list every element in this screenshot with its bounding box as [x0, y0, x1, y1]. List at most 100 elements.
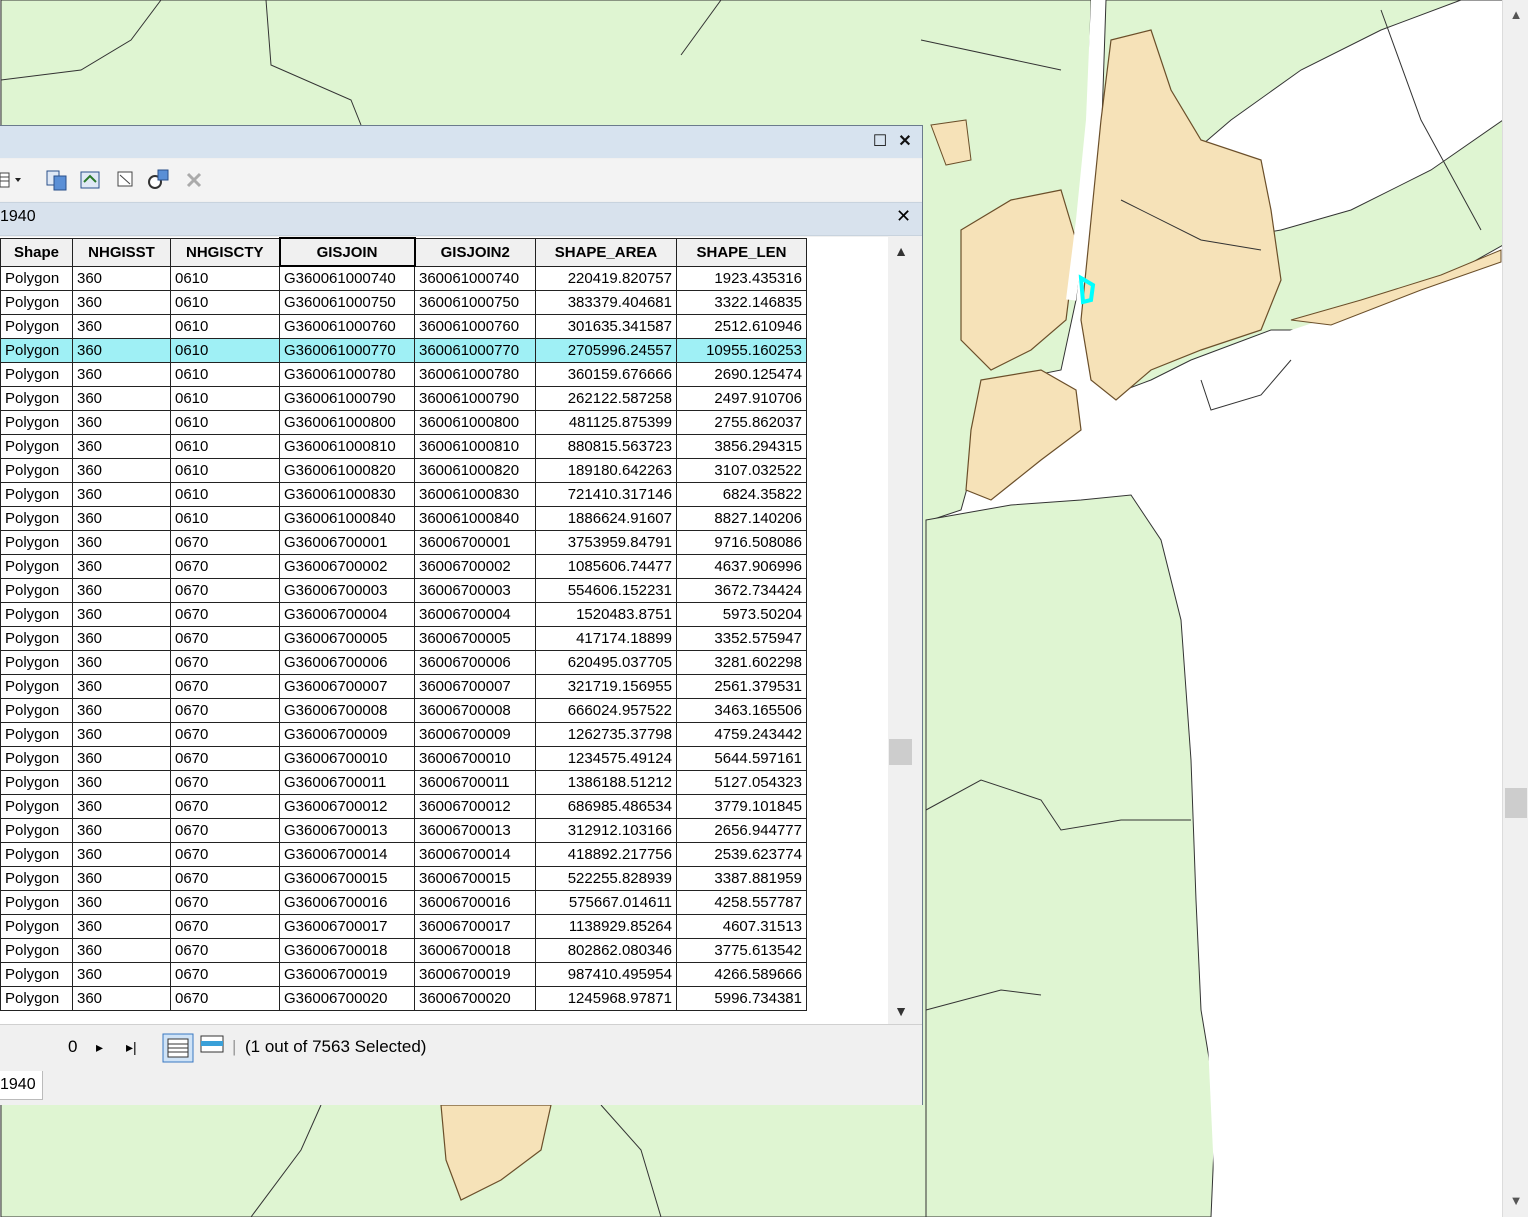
table-cell[interactable]: G36006700004	[279, 602, 415, 627]
table-cell[interactable]: Polygon	[0, 362, 73, 387]
table-cell[interactable]: 0670	[170, 818, 280, 843]
table-cell[interactable]: 360	[72, 434, 171, 459]
table-cell[interactable]: 1138929.85264	[535, 914, 677, 939]
table-cell[interactable]: 802862.080346	[535, 938, 677, 963]
table-cell[interactable]: 0610	[170, 458, 280, 483]
table-cell[interactable]: 0610	[170, 434, 280, 459]
table-cell[interactable]: 0670	[170, 770, 280, 795]
table-cell[interactable]: 0670	[170, 578, 280, 603]
table-cell[interactable]: G360061000790	[279, 386, 415, 411]
table-row[interactable]: Polygon 360 0610 G360061000840 360061000840 1…	[0, 506, 807, 531]
table-cell[interactable]: Polygon	[0, 434, 73, 459]
map-vertical-scrollbar[interactable]: ▲ ▼	[1502, 0, 1528, 1217]
table-cell[interactable]: 721410.317146	[535, 482, 677, 507]
table-cell[interactable]: 360061000760	[414, 314, 536, 339]
table-cell[interactable]: G360061000760	[279, 314, 415, 339]
table-cell[interactable]: G360061000830	[279, 482, 415, 507]
table-cell[interactable]: 3463.165506	[676, 698, 807, 723]
table-scroll-thumb[interactable]	[889, 739, 912, 765]
table-cell[interactable]: 36006700006	[414, 650, 536, 675]
table-cell[interactable]: 360	[72, 842, 171, 867]
table-row[interactable]: Polygon 360 0670 G36006700020 36006700020 124…	[0, 986, 807, 1011]
table-cell[interactable]: 36006700004	[414, 602, 536, 627]
table-cell[interactable]: 1386188.51212	[535, 770, 677, 795]
delete-selected-icon[interactable]	[184, 168, 206, 192]
table-cell[interactable]: 6824.35822	[676, 482, 807, 507]
table-row[interactable]: Polygon 360 0670 G36006700018 36006700018 802…	[0, 938, 807, 963]
table-cell[interactable]: 360061000750	[414, 290, 536, 315]
attribute-grid[interactable]: Shape NHGISST NHGISCTY GISJOIN GISJOIN2 SHAPE…	[0, 237, 888, 1024]
table-cell[interactable]: 360	[72, 890, 171, 915]
table-cell[interactable]: 36006700009	[414, 722, 536, 747]
table-cell[interactable]: 4759.243442	[676, 722, 807, 747]
table-cell[interactable]: 418892.217756	[535, 842, 677, 867]
table-cell[interactable]: Polygon	[0, 818, 73, 843]
table-cell[interactable]: 554606.152231	[535, 578, 677, 603]
table-cell[interactable]: 220419.820757	[535, 265, 677, 291]
table-row[interactable]: Polygon 360 0670 G36006700010 36006700010 123…	[0, 746, 807, 771]
table-cell[interactable]: 360	[72, 554, 171, 579]
table-cell[interactable]: G36006700018	[279, 938, 415, 963]
table-cell[interactable]: 3107.032522	[676, 458, 807, 483]
table-cell[interactable]: 321719.156955	[535, 674, 677, 699]
table-cell[interactable]: 9716.508086	[676, 530, 807, 555]
column-header-nhgisst[interactable]: NHGISST	[72, 237, 171, 267]
column-header-nhgiscty[interactable]: NHGISCTY	[170, 237, 280, 267]
table-cell[interactable]: 360	[72, 770, 171, 795]
table-cell[interactable]: 0670	[170, 674, 280, 699]
table-cell[interactable]: 2539.623774	[676, 842, 807, 867]
table-cell[interactable]: 4266.589666	[676, 962, 807, 987]
table-cell[interactable]: 0670	[170, 842, 280, 867]
table-row[interactable]: Polygon 360 0610 G360061000750 360061000750 3…	[0, 290, 807, 315]
window-titlebar[interactable]: ☐ ✕	[0, 126, 922, 158]
table-cell[interactable]: 360	[72, 674, 171, 699]
table-cell[interactable]: 360061000800	[414, 410, 536, 435]
table-cell[interactable]: 2690.125474	[676, 362, 807, 387]
table-row[interactable]: Polygon 360 0610 G360061000740 360061000740 2…	[0, 265, 807, 291]
table-row[interactable]: Polygon 360 0610 G360061000770 360061000770 2…	[0, 338, 807, 363]
table-cell[interactable]: 36006700014	[414, 842, 536, 867]
table-row[interactable]: Polygon 360 0610 G360061000810 360061000810 8…	[0, 434, 807, 459]
table-cell[interactable]: 360	[72, 290, 171, 315]
table-cell[interactable]: 360	[72, 410, 171, 435]
zoom-to-selected-icon[interactable]	[146, 168, 172, 192]
table-cell[interactable]: G36006700012	[279, 794, 415, 819]
table-cell[interactable]: 36006700018	[414, 938, 536, 963]
table-cell[interactable]: 0670	[170, 698, 280, 723]
table-cell[interactable]: 2497.910706	[676, 386, 807, 411]
table-cell[interactable]: 360	[72, 506, 171, 531]
table-cell[interactable]: 3779.101845	[676, 794, 807, 819]
table-cell[interactable]: 0610	[170, 410, 280, 435]
last-record-icon[interactable]: ▸|	[126, 1039, 137, 1056]
table-cell[interactable]: 360	[72, 746, 171, 771]
table-row[interactable]: Polygon 360 0610 G360061000830 360061000830 7…	[0, 482, 807, 507]
table-cell[interactable]: 5973.50204	[676, 602, 807, 627]
table-cell[interactable]: 36006700012	[414, 794, 536, 819]
table-row[interactable]: Polygon 360 0670 G36006700002 36006700002 108…	[0, 554, 807, 579]
table-cell[interactable]: 360061000770	[414, 338, 536, 363]
table-cell[interactable]: 1923.435316	[676, 265, 807, 291]
select-by-attributes-icon[interactable]	[78, 168, 104, 192]
table-cell[interactable]: 360	[72, 938, 171, 963]
table-cell[interactable]: Polygon	[0, 626, 73, 651]
table-cell[interactable]: G36006700005	[279, 626, 415, 651]
table-cell[interactable]: G36006700019	[279, 962, 415, 987]
table-cell[interactable]: Polygon	[0, 914, 73, 939]
table-cell[interactable]: Polygon	[0, 842, 73, 867]
table-cell[interactable]: 2705996.24557	[535, 338, 677, 363]
table-cell[interactable]: 36006700008	[414, 698, 536, 723]
table-cell[interactable]: 360061000790	[414, 386, 536, 411]
table-cell[interactable]: 360	[72, 386, 171, 411]
table-cell[interactable]: 36006700017	[414, 914, 536, 939]
table-cell[interactable]: 4607.31513	[676, 914, 807, 939]
table-cell[interactable]: 360	[72, 698, 171, 723]
table-cell[interactable]: 686985.486534	[535, 794, 677, 819]
table-cell[interactable]: G36006700007	[279, 674, 415, 699]
table-cell[interactable]: 880815.563723	[535, 434, 677, 459]
table-cell[interactable]: 987410.495954	[535, 962, 677, 987]
table-cell[interactable]: 0670	[170, 746, 280, 771]
table-cell[interactable]: 3281.602298	[676, 650, 807, 675]
close-icon[interactable]: ✕	[895, 132, 915, 152]
table-cell[interactable]: Polygon	[0, 410, 73, 435]
table-cell[interactable]: 360	[72, 482, 171, 507]
